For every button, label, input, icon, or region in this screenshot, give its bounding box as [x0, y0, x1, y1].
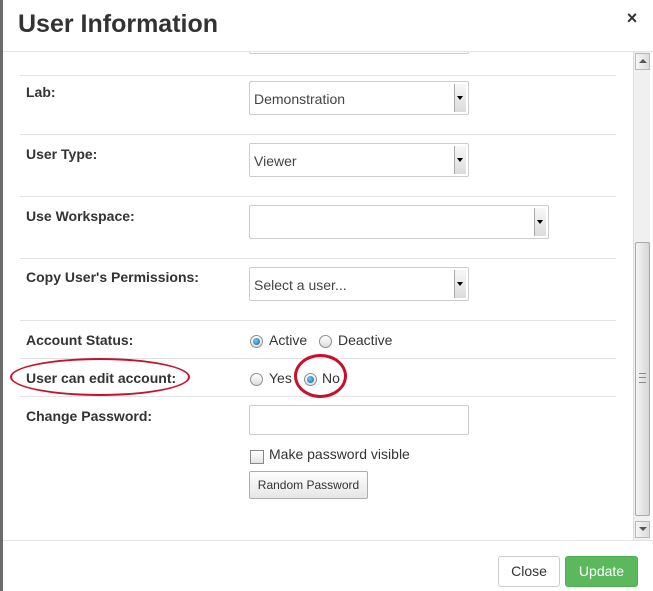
lab-label: Lab:: [26, 84, 56, 100]
random-password-button[interactable]: Random Password: [249, 471, 368, 499]
account-status-active-label: Active: [269, 332, 308, 348]
dialog-title: User Information: [18, 10, 219, 38]
dialog-header: User Information ×: [3, 0, 653, 52]
make-password-visible-checkbox[interactable]: [250, 450, 264, 464]
dialog-footer: Close Update: [3, 540, 653, 591]
chevron-down-icon: [454, 84, 466, 112]
lab-select[interactable]: Demonstration: [249, 81, 469, 115]
edit-account-yes-label: Yes: [269, 370, 292, 386]
chevron-down-icon: [454, 146, 466, 174]
row-divider: [20, 196, 616, 197]
edit-account-yes-radio[interactable]: [250, 373, 263, 386]
scroll-down-icon[interactable]: [635, 521, 650, 538]
account-status-deactive-radio[interactable]: [319, 335, 332, 348]
dialog-scrollbar[interactable]: [633, 52, 650, 540]
user-type-label: User Type:: [26, 146, 98, 162]
password-input[interactable]: [249, 405, 469, 435]
copy-permissions-select-value: Select a user...: [254, 277, 347, 293]
make-password-visible-label: Make password visible: [269, 446, 410, 462]
chevron-down-icon: [534, 208, 546, 236]
account-status-deactive-label: Deactive: [338, 332, 393, 348]
copy-permissions-select[interactable]: Select a user...: [249, 267, 469, 301]
account-status-active-radio[interactable]: [250, 335, 263, 348]
scroll-up-icon[interactable]: [635, 53, 650, 70]
user-type-select[interactable]: Viewer: [249, 143, 469, 177]
chevron-down-icon: [454, 270, 466, 298]
lab-select-value: Demonstration: [254, 91, 346, 107]
copy-permissions-label: Copy User's Permissions:: [26, 269, 199, 285]
change-password-label: Change Password:: [26, 408, 153, 424]
close-button[interactable]: Close: [498, 556, 560, 587]
annotation-ellipse-label: [10, 358, 190, 396]
row-divider: [20, 320, 616, 321]
grip-icon: [639, 373, 646, 383]
account-status-label: Account Status:: [26, 332, 134, 348]
row-divider: [20, 134, 616, 135]
dialog-body[interactable]: Lab: Demonstration User Type: Viewer Use…: [3, 52, 653, 540]
update-button[interactable]: Update: [565, 556, 638, 587]
use-workspace-label: Use Workspace:: [26, 208, 135, 224]
close-icon[interactable]: ×: [622, 8, 642, 28]
row-divider: [20, 258, 616, 259]
user-type-select-value: Viewer: [254, 153, 297, 169]
scroll-thumb[interactable]: [635, 242, 650, 516]
previous-field-partial[interactable]: [249, 52, 469, 54]
use-workspace-select[interactable]: [249, 205, 549, 239]
user-information-dialog: User Information × Lab: Demonstration Us…: [3, 0, 653, 591]
annotation-ellipse-no: [294, 354, 347, 398]
row-divider: [20, 75, 616, 76]
